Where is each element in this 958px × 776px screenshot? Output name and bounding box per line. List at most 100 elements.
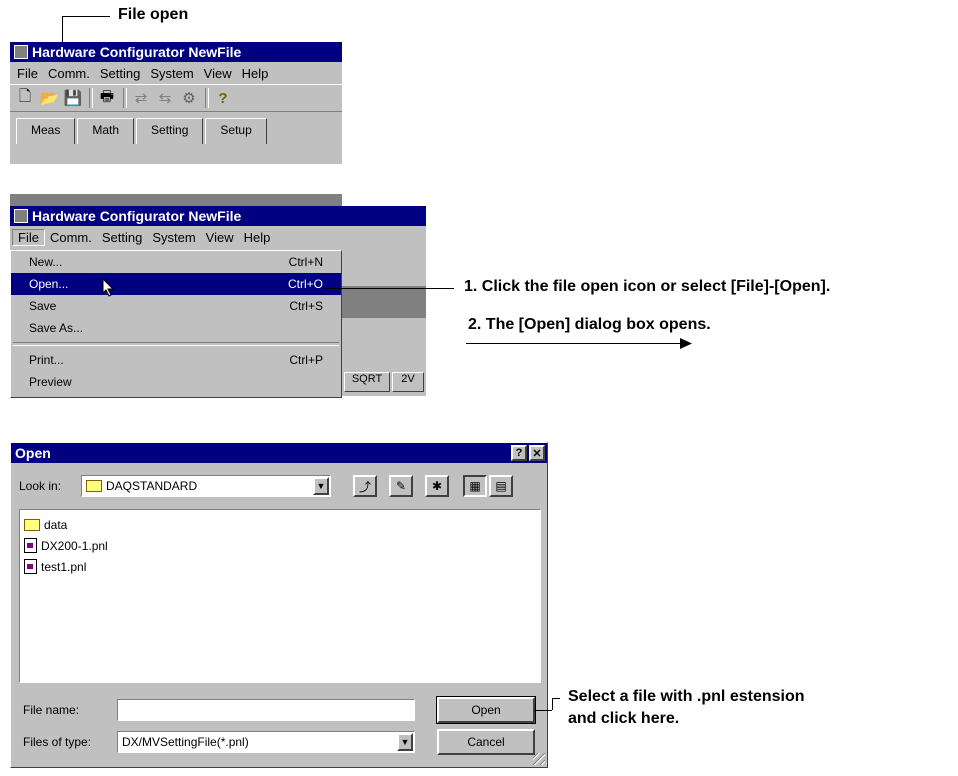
menu-item-save-as[interactable]: Save As...: [11, 317, 341, 339]
menu-item-save-as-label: Save As...: [29, 321, 84, 335]
step1-annotation: 1. Click the file open icon or select [F…: [464, 278, 831, 295]
menu-file[interactable]: File: [12, 66, 43, 81]
menu-item-open[interactable]: Open... Ctrl+O: [11, 273, 341, 295]
select-file-annotation-line1: Select a file with .pnl estension: [568, 688, 805, 705]
look-in-value: DAQSTANDARD: [106, 479, 198, 493]
file-name-label: File name:: [23, 703, 80, 717]
new-folder-icon[interactable]: ✱: [425, 475, 449, 497]
menu-help[interactable]: Help: [239, 230, 276, 245]
menu-item-save-label: Save: [29, 299, 57, 313]
file-list-item-name: DX200-1.pnl: [41, 538, 108, 553]
menu-item-new-label: New...: [29, 255, 63, 269]
window-title: Hardware Configurator NewFile: [32, 44, 242, 60]
help-button[interactable]: ?: [511, 445, 527, 461]
new-file-icon[interactable]: 🗋: [14, 87, 36, 109]
menu-item-preview-label: Preview: [29, 375, 72, 389]
menu-item-print-label: Print...: [29, 353, 64, 367]
file-list-item-name: data: [44, 517, 68, 532]
arrow-right-icon: [680, 338, 692, 349]
menu-item-preview[interactable]: Preview: [11, 371, 341, 393]
menu-separator: [13, 342, 339, 346]
select-file-leader-v: [552, 698, 553, 710]
menu-item-new[interactable]: New... Ctrl+N: [11, 251, 341, 273]
menu-system[interactable]: System: [145, 66, 198, 81]
send-icon[interactable]: ⇄: [130, 87, 152, 109]
tab-setting[interactable]: Setting: [136, 118, 204, 144]
select-file-annotation-line2: and click here.: [568, 710, 680, 727]
menu-comm[interactable]: Comm.: [43, 66, 95, 81]
file-list-item[interactable]: DX200-1.pnl: [20, 535, 540, 556]
select-file-leader-h2: [552, 698, 560, 699]
window-top: Hardware Configurator NewFile File Comm.…: [10, 42, 342, 214]
look-in-select[interactable]: DAQSTANDARD ▼: [81, 475, 331, 497]
tab-math[interactable]: Math: [77, 118, 135, 144]
file-open-annotation: File open: [118, 6, 189, 23]
title-bar: Hardware Configurator NewFile: [10, 42, 342, 62]
menu-setting[interactable]: Setting: [95, 66, 145, 81]
open-button[interactable]: Open: [436, 696, 536, 724]
step2-annotation: 2. The [Open] dialog box opens.: [468, 316, 711, 333]
resize-grip-icon[interactable]: [533, 753, 545, 765]
folder-icon: [86, 480, 102, 492]
menu-item-save-shortcut: Ctrl+S: [289, 299, 323, 313]
toolbar: 🗋 📂 💾 🖶 ⇄ ⇆ ⚙ ?: [10, 84, 342, 112]
tab-setup[interactable]: Setup: [205, 118, 267, 144]
open-dialog: Open ? ✕ Look in: DAQSTANDARD ▼ ⤴ ✎ ✱ ▦ …: [10, 442, 548, 768]
background-band: [340, 286, 426, 318]
menu-setting[interactable]: Setting: [97, 230, 147, 245]
menu-item-open-label: Open...: [29, 277, 69, 291]
help-icon[interactable]: ?: [212, 87, 234, 109]
menu-item-save[interactable]: Save Ctrl+S: [11, 295, 341, 317]
dialog-title: Open: [15, 445, 51, 461]
file-menu-dropdown: New... Ctrl+N Open... Ctrl+O Save Ctrl+S…: [10, 250, 342, 398]
pnl-file-icon: [24, 538, 37, 553]
bg-cell-2v: 2V: [392, 372, 424, 392]
file-open-icon[interactable]: 📂: [38, 87, 60, 109]
app-icon: [14, 209, 28, 223]
mouse-cursor-icon: [102, 278, 115, 297]
menu-bar: File Comm. Setting System View Help: [10, 226, 426, 248]
file-list-item-name: test1.pnl: [41, 559, 87, 574]
folder-icon: [24, 518, 40, 531]
receive-icon[interactable]: ⇆: [154, 87, 176, 109]
file-name-input[interactable]: [117, 699, 415, 721]
files-of-type-select[interactable]: DX/MVSettingFile(*.pnl) ▼: [117, 731, 415, 753]
file-list: data DX200-1.pnl test1.pnl: [19, 509, 541, 683]
toolbar-separator: [205, 88, 209, 108]
menu-file[interactable]: File: [12, 228, 45, 246]
menu-view[interactable]: View: [201, 230, 239, 245]
look-in-dropdown-arrow[interactable]: ▼: [313, 477, 329, 495]
pnl-file-icon: [24, 559, 37, 574]
toolbar-separator: [89, 88, 93, 108]
menu-system[interactable]: System: [147, 230, 200, 245]
menu-view[interactable]: View: [199, 66, 237, 81]
menu-item-print-shortcut: Ctrl+P: [289, 353, 323, 367]
close-button[interactable]: ✕: [529, 445, 545, 461]
toolbar-separator: [123, 88, 127, 108]
menu-comm[interactable]: Comm.: [45, 230, 97, 245]
menu-bar: File Comm. Setting System View Help: [10, 62, 342, 84]
step2-arrow-line: [466, 343, 684, 344]
menu-item-print[interactable]: Print... Ctrl+P: [11, 349, 341, 371]
menu-help[interactable]: Help: [237, 66, 274, 81]
cancel-button[interactable]: Cancel: [437, 729, 535, 755]
files-of-type-dropdown-arrow[interactable]: ▼: [397, 733, 413, 751]
up-one-level-icon[interactable]: ⤴: [353, 475, 377, 497]
print-icon[interactable]: 🖶: [96, 87, 118, 109]
save-icon[interactable]: 💾: [62, 87, 84, 109]
files-of-type-label: Files of type:: [23, 735, 92, 749]
desktop-icon[interactable]: ✎: [389, 475, 413, 497]
app-icon: [14, 45, 28, 59]
tab-meas[interactable]: Meas: [16, 118, 76, 144]
look-in-label: Look in:: [19, 479, 62, 493]
menu-item-open-shortcut: Ctrl+O: [287, 277, 323, 291]
step1-leader: [326, 288, 454, 289]
dialog-title-bar: Open ? ✕: [11, 443, 547, 463]
file-list-item[interactable]: data: [20, 514, 540, 535]
details-view-icon[interactable]: ▤: [489, 475, 513, 497]
connect-icon[interactable]: ⚙: [178, 87, 200, 109]
files-of-type-value: DX/MVSettingFile(*.pnl): [122, 735, 249, 749]
list-view-icon[interactable]: ▦: [463, 475, 487, 497]
file-list-item[interactable]: test1.pnl: [20, 556, 540, 577]
title-bar: Hardware Configurator NewFile: [10, 206, 426, 226]
